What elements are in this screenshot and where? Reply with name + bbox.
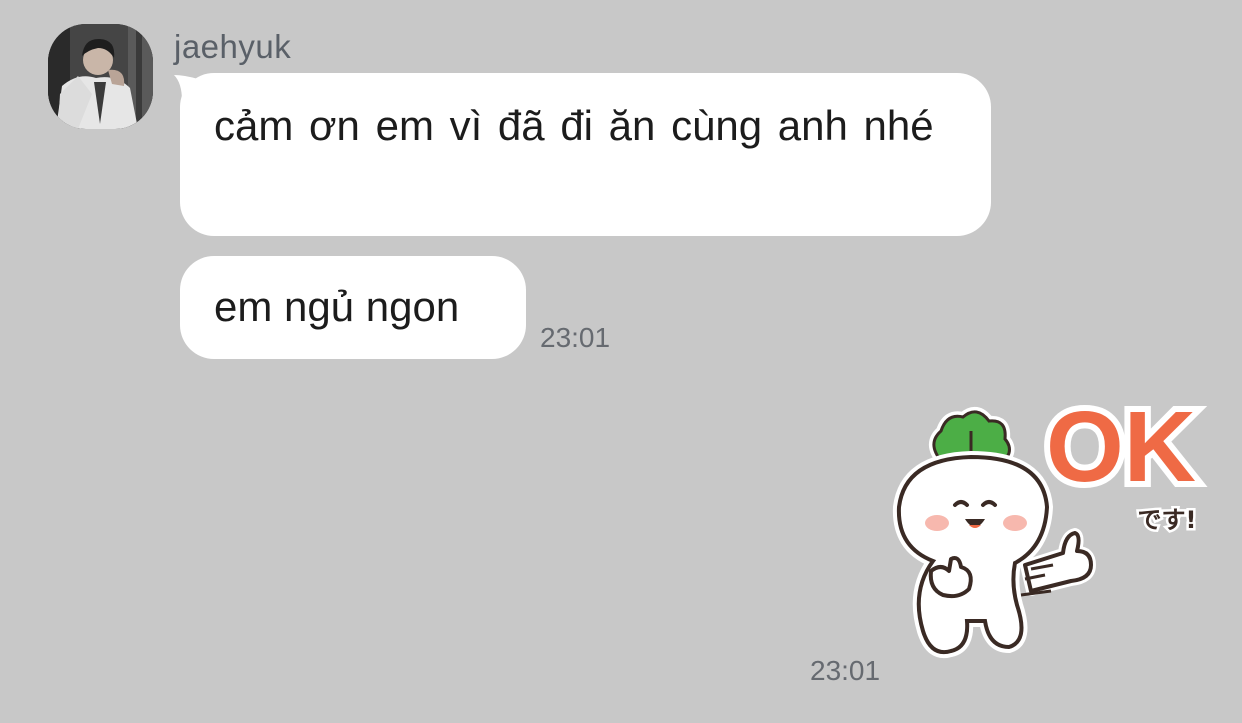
profile-photo-icon bbox=[48, 24, 153, 129]
message-timestamp: 23:01 bbox=[540, 322, 611, 353]
sender-avatar[interactable] bbox=[48, 24, 153, 129]
message-text: em ngủ ngon bbox=[214, 283, 460, 330]
sticker-ok-text: OK bbox=[1046, 395, 1196, 503]
radish-thumbs-up-sticker-icon: OK です! bbox=[892, 385, 1202, 658]
sticker-timestamp: 23:01 bbox=[810, 655, 881, 686]
message-text: cảm ơn em vì đã đi ăn cùng anh nhé bbox=[214, 102, 934, 149]
sticker[interactable]: OK です! bbox=[885, 385, 1215, 675]
message-bubble[interactable]: em ngủ ngon bbox=[180, 256, 526, 359]
sticker-sub-text: です! bbox=[1138, 506, 1197, 534]
sender-name: jaehyuk bbox=[174, 28, 292, 65]
message-bubble[interactable]: cảm ơn em vì đã đi ăn cùng anh nhé bbox=[180, 73, 991, 236]
